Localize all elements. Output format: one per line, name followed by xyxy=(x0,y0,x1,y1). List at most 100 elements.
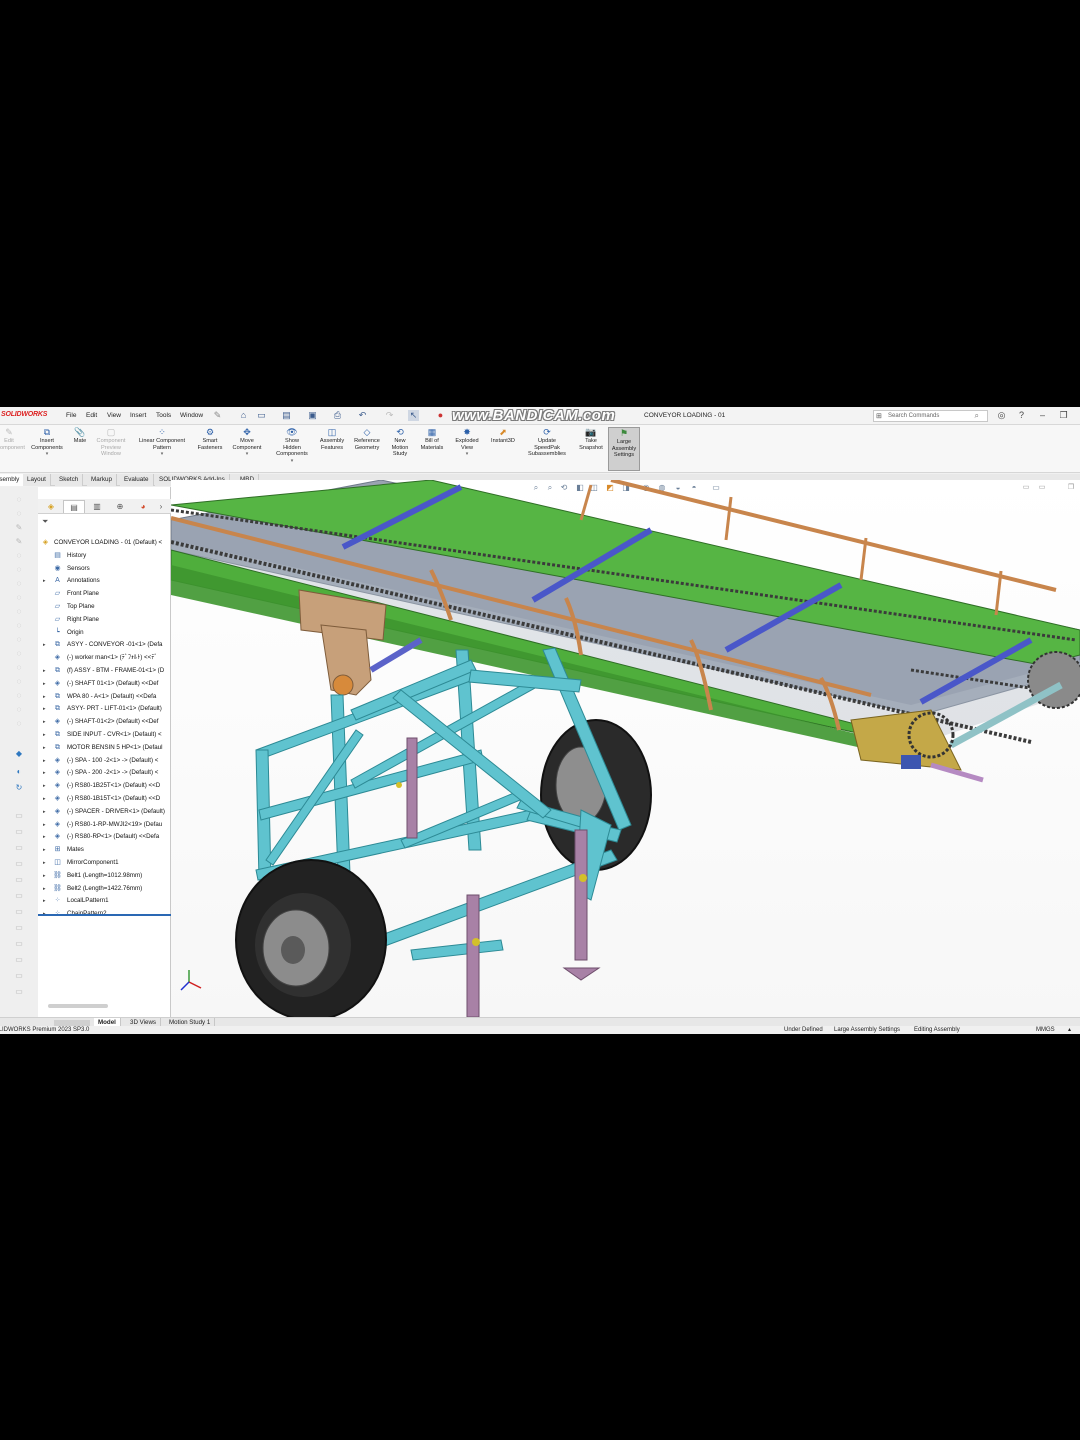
expand-arrow-icon[interactable]: ▸ xyxy=(43,831,46,843)
linear-pattern-button[interactable]: ⁘ Linear Component Pattern ▾ xyxy=(132,427,192,458)
tree-item[interactable]: ▸ ⛓ Belt2 (Length=1422.76mm) xyxy=(38,883,171,895)
pin-icon[interactable]: ✎ xyxy=(212,410,223,421)
expand-arrow-icon[interactable]: ▸ xyxy=(43,870,46,882)
tree-item[interactable]: ◉ Sensors xyxy=(38,563,171,575)
expand-arrow-icon[interactable]: ▸ xyxy=(43,742,46,754)
tool-icon[interactable]: ◌ xyxy=(14,621,24,631)
expand-arrow-icon[interactable]: ▸ xyxy=(43,844,46,856)
menu-window[interactable]: Window xyxy=(180,412,203,419)
tool-icon[interactable]: ◌ xyxy=(14,677,24,687)
edit-component-button[interactable]: ✎Edit Component xyxy=(0,427,25,451)
reference-geometry-button[interactable]: ◇ Reference Geometry xyxy=(350,427,384,451)
instant3d-button[interactable]: ⬈ Instant3D xyxy=(486,427,520,445)
expand-arrow-icon[interactable]: ▸ xyxy=(43,678,46,690)
large-assembly-settings-button[interactable]: ⚑ Large Assembly Settings xyxy=(608,427,640,471)
tree-item[interactable]: ▸ ◈ (-) SPACER - DRIVER<1> (Default) xyxy=(38,806,171,818)
expand-arrow-icon[interactable]: ▸ xyxy=(43,806,46,818)
home-icon[interactable]: ⌂ xyxy=(238,410,249,421)
tree-item[interactable]: ▸ ◈ (-) RS80-1-RP-MWJI2<19> (Defau xyxy=(38,819,171,831)
new-motion-study-button[interactable]: ⟲ New Motion Study xyxy=(386,427,414,458)
tree-root-assembly[interactable]: ◈ CONVEYOR LOADING - 01 (Default) < xyxy=(38,537,171,549)
tool-icon[interactable]: ◌ xyxy=(14,551,24,561)
search-commands-field[interactable]: ⊞ Search Commands ⌕ xyxy=(873,410,988,422)
select-icon[interactable]: ↖ xyxy=(408,410,419,421)
tool-icon[interactable]: ▭ xyxy=(14,875,24,885)
expand-arrow-icon[interactable]: ▸ xyxy=(43,895,46,907)
rotate-icon[interactable]: ↻ xyxy=(14,783,24,793)
tree-item[interactable]: ▸ ⧉ SIDE INPUT - CVR<1> (Default) < xyxy=(38,729,171,741)
menu-file[interactable]: File xyxy=(66,412,76,419)
tree-item[interactable]: ▸ ⧉ WPA 80 - A<1> (Default) <<Defa xyxy=(38,691,171,703)
print-icon[interactable]: ⎙ xyxy=(332,410,343,421)
search-icon[interactable]: ⌕ xyxy=(975,411,979,421)
menu-view[interactable]: View xyxy=(107,412,121,419)
rebuild-icon[interactable]: ● xyxy=(435,410,446,421)
tool-icon[interactable]: ▭ xyxy=(14,827,24,837)
menu-tools[interactable]: Tools xyxy=(156,412,171,419)
open-icon[interactable]: ▤ xyxy=(281,410,292,421)
expand-arrow-icon[interactable]: ▸ xyxy=(43,703,46,715)
tree-item[interactable]: ▸ ⊞ Mates xyxy=(38,844,171,856)
tree-item[interactable]: ▸ ◈ (-) RS80-1B25T<1> (Default) <<D xyxy=(38,780,171,792)
smart-fasteners-button[interactable]: ⚙ Smart Fasteners xyxy=(194,427,226,451)
tool-icon[interactable]: ◌ xyxy=(14,593,24,603)
component-icon[interactable]: ◆ xyxy=(14,749,24,759)
graphics-area[interactable]: ⌕ ⌕ ⟲ ◧ ◫ ◩ ◨ ◉ ◍ ◒ ◓ ▭ ▭ ▭ ❐ xyxy=(171,480,1080,1017)
tree-item[interactable]: ▸ ⧉ ASYY- PRT - LIFT-01<1> (Default) xyxy=(38,703,171,715)
new-document-icon[interactable]: ▭ xyxy=(256,410,267,421)
menu-insert[interactable]: Insert xyxy=(130,412,146,419)
expand-arrow-icon[interactable]: ▸ xyxy=(43,883,46,895)
expand-arrow-icon[interactable]: ▸ xyxy=(43,755,46,767)
menu-edit[interactable]: Edit xyxy=(86,412,97,419)
exploded-view-button[interactable]: ✸ Exploded View ▾ xyxy=(450,427,484,458)
chevron-up-icon[interactable]: ▴ xyxy=(1068,1026,1071,1034)
tree-item[interactable]: ▸ ◈ (-) SPA - 100 -2<1> -> (Default) < xyxy=(38,755,171,767)
tree-item[interactable]: ▱ Right Plane xyxy=(38,614,171,626)
tree-item[interactable]: ▸ ⛓ Belt1 (Length=1012.98mm) xyxy=(38,870,171,882)
display-manager-tab-icon[interactable]: ◕ xyxy=(132,500,154,513)
show-hidden-button[interactable]: 👁 Show Hidden Components ▾ xyxy=(270,427,314,464)
tree-item[interactable]: ▸ ◈ (-) RS80-RP<1> (Default) <<Defa xyxy=(38,831,171,843)
tool-icon[interactable]: ▭ xyxy=(14,811,24,821)
tool-icon[interactable]: ▭ xyxy=(14,859,24,869)
tool-icon[interactable]: ◌ xyxy=(14,691,24,701)
tree-item[interactable]: ▸ ⧉ (f) ASSY - BTM - FRAME-01<1> (D xyxy=(38,665,171,677)
dimxpert-tab-icon[interactable]: ⊕ xyxy=(109,500,131,513)
tool-icon[interactable]: ▭ xyxy=(14,891,24,901)
tab-markup[interactable]: Markup xyxy=(87,474,117,486)
status-units[interactable]: MMGS xyxy=(1036,1026,1055,1034)
tree-item[interactable]: ▸ ⧉ MOTOR BENSIN 5 HP<1> (Defaul xyxy=(38,742,171,754)
tab-assembly[interactable]: Assembly xyxy=(0,474,25,486)
tree-item[interactable]: ▸ ◈ (-) SHAFT-01<2> (Default) <<Def xyxy=(38,716,171,728)
insert-components-button[interactable]: ⧉ Insert Components ▾ xyxy=(27,427,67,458)
take-snapshot-button[interactable]: 📷 Take Snapshot xyxy=(574,427,608,451)
tool-icon[interactable]: ▭ xyxy=(14,955,24,965)
tool-icon[interactable]: ◌ xyxy=(14,663,24,673)
tool-icon[interactable]: ◌ xyxy=(14,719,24,729)
mate-button[interactable]: 📎 Mate xyxy=(70,427,90,445)
tool-icon[interactable]: ▭ xyxy=(14,843,24,853)
tool-icon[interactable]: ◌ xyxy=(14,649,24,659)
expand-arrow-icon[interactable]: ▸ xyxy=(43,691,46,703)
tool-icon[interactable]: ◌ xyxy=(14,565,24,575)
tree-item[interactable]: ┕ Origin xyxy=(38,627,171,639)
assembly-features-button[interactable]: ◫ Assembly Features xyxy=(316,427,348,451)
save-icon[interactable]: ▣ xyxy=(307,410,318,421)
property-manager-tab-icon[interactable]: ▤ xyxy=(63,500,85,513)
tree-item[interactable]: ▸ ◈ (-) RS80-1B15T<1> (Default) <<D xyxy=(38,793,171,805)
tool-icon[interactable]: ◌ xyxy=(14,509,24,519)
restore-icon[interactable]: ❐ xyxy=(1057,409,1070,422)
tab-sketch[interactable]: Sketch xyxy=(55,474,84,486)
redo-icon[interactable]: ↷ xyxy=(384,410,395,421)
configuration-manager-tab-icon[interactable]: ▥ xyxy=(86,500,108,513)
tool-icon[interactable]: ◌ xyxy=(14,495,24,505)
expand-arrow-icon[interactable]: ▸ xyxy=(43,857,46,869)
expand-arrow-icon[interactable]: ▸ xyxy=(43,716,46,728)
help-icon[interactable]: ? xyxy=(1015,409,1028,422)
tool-icon[interactable]: ◌ xyxy=(14,705,24,715)
tool-icon[interactable]: ◌ xyxy=(14,635,24,645)
tool-icon[interactable]: ▭ xyxy=(14,987,24,997)
update-speedpak-button[interactable]: ⟳ Update SpeedPak Subassemblies xyxy=(523,427,571,458)
tool-icon[interactable]: ◌ xyxy=(14,579,24,589)
expand-arrow-icon[interactable]: ▸ xyxy=(43,665,46,677)
